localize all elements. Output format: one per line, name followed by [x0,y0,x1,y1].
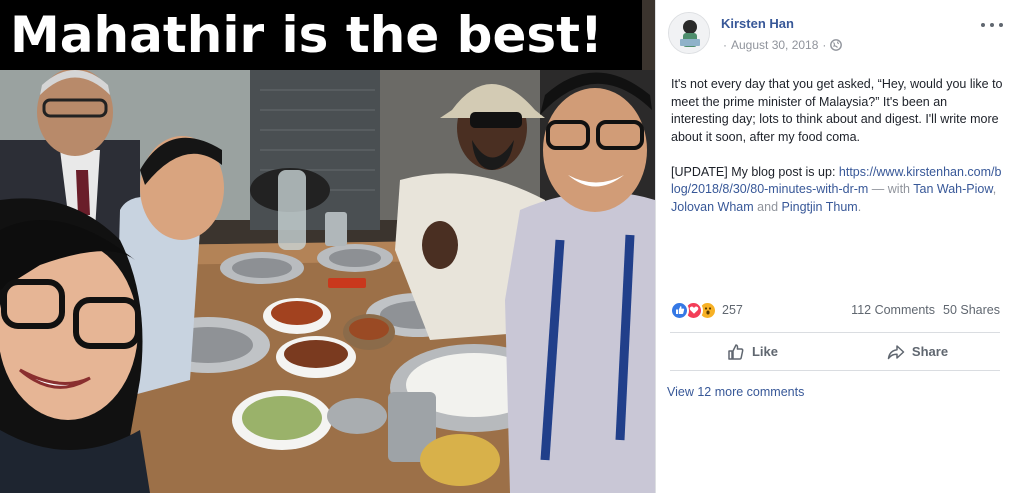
reactions-bar: 257 112 Comments 50 Shares [670,300,1000,320]
photo-caption-banner: Mahathir is the best! [0,0,642,70]
thumbs-up-icon [728,343,744,360]
post-photo[interactable]: Mahathir is the best! [0,0,655,493]
author-avatar[interactable] [668,12,710,54]
post-meta: · August 30, 2018 · [723,38,843,52]
avatar-illustration [669,13,709,53]
engagement-counts: 112 Comments 50 Shares [851,303,1000,317]
restaurant-group-photo [0,0,655,493]
post-header: Kirsten Han · August 30, 2018 · [668,12,1003,60]
reaction-count[interactable]: 257 [722,303,743,317]
view-more-comments-link[interactable]: View 12 more comments [667,385,804,399]
like-icon [670,300,689,320]
like-label: Like [751,344,778,359]
tag-tan-wah-piow[interactable]: Tan Wah-Piow [913,182,992,196]
more-options-icon[interactable] [981,18,1003,32]
meta-separator-2: · [822,38,827,52]
shares-count[interactable]: 50 Shares [943,303,1000,317]
tag-separator-and: and [753,199,782,214]
globe-icon[interactable] [830,39,843,51]
post-sidebar: Kirsten Han · August 30, 2018 · It's not… [655,0,1012,493]
reaction-icons[interactable] [670,300,717,320]
comments-count[interactable]: 112 Comments [851,303,935,317]
post-actions: Like Share [670,333,1000,370]
meta-separator: · [723,38,727,52]
end-period: . [857,199,862,214]
post-paragraph: It's not every day that you get asked, “… [671,77,1003,144]
share-label: Share [911,344,949,359]
share-arrow-icon [887,344,905,359]
tag-jolovan-wham[interactable]: Jolovan Wham [671,200,754,214]
author-name[interactable]: Kirsten Han [721,16,794,31]
like-button[interactable]: Like [670,333,835,370]
divider [670,370,1000,371]
tag-separator: , [992,182,997,196]
post-update-paragraph: [UPDATE] My blog post is up: https://www… [671,164,1003,217]
with-text: — with [868,182,914,196]
post-date[interactable]: August 30, 2018 [731,38,818,52]
update-prefix: [UPDATE] My blog post is up: [671,164,839,179]
tag-pingtjin-thum[interactable]: Pingtjin Thum [782,200,858,214]
post-text: It's not every day that you get asked, “… [671,76,1003,234]
share-button[interactable]: Share [835,333,1000,370]
